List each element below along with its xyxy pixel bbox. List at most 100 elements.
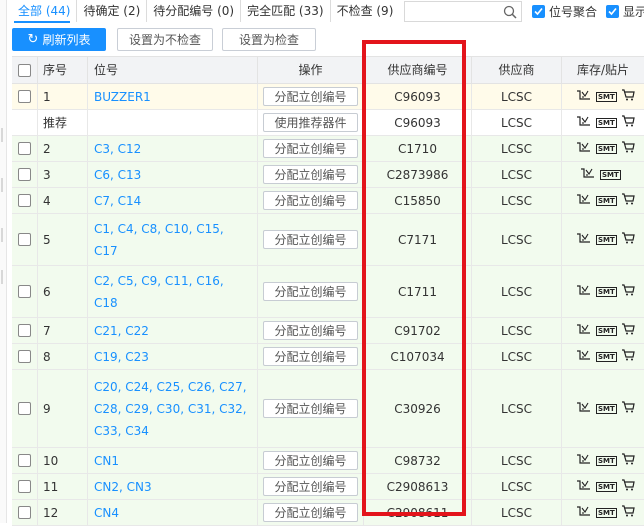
stock-icon[interactable] (576, 89, 592, 104)
display-option[interactable]: 显示 (606, 3, 644, 20)
assign-lcsc-number-button[interactable]: 分配立创编号 (263, 477, 358, 496)
row-checkbox[interactable] (18, 194, 31, 207)
row-checkbox[interactable] (18, 480, 31, 493)
smt-icon[interactable]: SMT (596, 325, 617, 336)
supplier-name: LCSC (472, 448, 562, 473)
assign-lcsc-number-button[interactable]: 分配立创编号 (263, 347, 358, 366)
merge-designator-option[interactable]: 位号聚合 (532, 3, 597, 20)
row-checkbox[interactable] (18, 454, 31, 467)
smt-icon[interactable]: SMT (596, 234, 617, 245)
cart-icon[interactable] (621, 115, 635, 130)
stock-icon[interactable] (576, 232, 592, 247)
stock-cell: SMT (562, 214, 644, 265)
assign-lcsc-number-button[interactable]: 分配立创编号 (263, 321, 358, 340)
designator-link[interactable]: C33, C34 (94, 420, 247, 442)
designator-link[interactable]: C1, C4, C8, C10, C15, (94, 218, 224, 240)
designator-link[interactable]: C28, C29, C30, C31, C32, (94, 398, 247, 420)
designator-link[interactable]: C19, C23 (94, 346, 149, 368)
smt-icon[interactable]: SMT (596, 91, 617, 102)
stock-icon[interactable] (576, 115, 592, 130)
assign-lcsc-number-button[interactable]: 分配立创编号 (263, 139, 358, 158)
cart-icon[interactable] (621, 505, 635, 520)
designator-link[interactable]: CN1 (94, 450, 119, 472)
designator-link[interactable]: C6, C13 (94, 164, 141, 186)
assign-lcsc-number-button[interactable]: 分配立创编号 (263, 282, 358, 301)
stock-icon[interactable] (580, 167, 596, 182)
designator-link[interactable]: C3, C12 (94, 138, 141, 160)
smt-icon[interactable]: SMT (596, 455, 617, 466)
smt-icon[interactable]: SMT (596, 286, 617, 297)
checkbox-checked-icon[interactable] (532, 5, 545, 18)
cart-icon[interactable] (621, 453, 635, 468)
cart-icon[interactable] (621, 284, 635, 299)
cart-icon[interactable] (621, 323, 635, 338)
cart-icon[interactable] (621, 349, 635, 364)
row-checkbox[interactable] (18, 142, 31, 155)
row-checkbox[interactable] (18, 90, 31, 103)
smt-icon[interactable]: SMT (596, 117, 617, 128)
row-checkbox[interactable] (18, 233, 31, 246)
stock-icon[interactable] (576, 479, 592, 494)
tab-pending[interactable]: 待确定 (2) (77, 0, 148, 22)
tab-unchecked[interactable]: 不检查 (9) (331, 0, 400, 22)
row-checkbox[interactable] (18, 285, 31, 298)
assign-lcsc-number-button[interactable]: 分配立创编号 (263, 230, 358, 249)
select-all-checkbox[interactable] (18, 63, 31, 77)
designator-link[interactable]: C17 (94, 240, 224, 262)
assign-lcsc-number-button[interactable]: 分配立创编号 (263, 451, 358, 470)
row-checkbox[interactable] (18, 506, 31, 519)
smt-icon[interactable]: SMT (596, 143, 617, 154)
set-checked-button[interactable]: 设置为检查 (222, 28, 316, 51)
display-label: 显示 (623, 5, 644, 19)
designator-cell: BUZZER1 (88, 84, 258, 109)
designator-link[interactable]: CN4 (94, 502, 119, 524)
stock-icon[interactable] (576, 505, 592, 520)
assign-lcsc-number-button[interactable]: 分配立创编号 (263, 399, 358, 418)
tab-unassigned[interactable]: 待分配编号 (0) (147, 0, 242, 22)
row-select-cell (12, 318, 38, 343)
use-recommended-button[interactable]: 使用推荐器件 (263, 113, 358, 132)
stock-icon[interactable] (576, 401, 592, 416)
row-checkbox[interactable] (18, 402, 31, 415)
search-icon[interactable] (503, 5, 517, 19)
stock-icon[interactable] (576, 141, 592, 156)
designator-link[interactable]: CN2, CN3 (94, 476, 152, 498)
cart-icon[interactable] (621, 141, 635, 156)
designator-link[interactable]: C7, C14 (94, 190, 141, 212)
designator-link[interactable]: C2, C5, C9, C11, C16, (94, 270, 224, 292)
smt-icon[interactable]: SMT (596, 481, 617, 492)
smt-icon[interactable]: SMT (596, 351, 617, 362)
designator-link[interactable]: C21, C22 (94, 320, 149, 342)
stock-icon[interactable] (576, 193, 592, 208)
row-checkbox[interactable] (18, 324, 31, 337)
cart-icon[interactable] (621, 232, 635, 247)
smt-icon[interactable]: SMT (600, 169, 621, 180)
assign-lcsc-number-button[interactable]: 分配立创编号 (263, 165, 358, 184)
smt-icon[interactable]: SMT (596, 507, 617, 518)
cart-icon[interactable] (621, 193, 635, 208)
row-checkbox[interactable] (18, 168, 31, 181)
stock-icon[interactable] (576, 284, 592, 299)
stock-icon[interactable] (576, 323, 592, 338)
tab-full-match[interactable]: 完全匹配 (33) (241, 0, 331, 22)
search-input[interactable] (404, 1, 522, 22)
set-unchecked-button[interactable]: 设置为不检查 (117, 28, 213, 51)
cart-icon[interactable] (621, 89, 635, 104)
table-row: 2 C3, C12 分配立创编号 C1710 LCSC SMT (12, 136, 644, 162)
assign-lcsc-number-button[interactable]: 分配立创编号 (263, 503, 358, 522)
assign-lcsc-number-button[interactable]: 分配立创编号 (263, 87, 358, 106)
stock-icon[interactable] (576, 453, 592, 468)
refresh-list-button[interactable]: ↻ 刷新列表 (12, 28, 106, 51)
designator-link[interactable]: BUZZER1 (94, 86, 151, 108)
tab-all[interactable]: 全部 (44) (12, 0, 78, 22)
smt-icon[interactable]: SMT (596, 195, 617, 206)
row-checkbox[interactable] (18, 350, 31, 363)
checkbox-checked-icon[interactable] (606, 5, 619, 18)
cart-icon[interactable] (621, 401, 635, 416)
designator-link[interactable]: C20, C24, C25, C26, C27, (94, 376, 247, 398)
stock-icon[interactable] (576, 349, 592, 364)
cart-icon[interactable] (621, 479, 635, 494)
smt-icon[interactable]: SMT (596, 403, 617, 414)
assign-lcsc-number-button[interactable]: 分配立创编号 (263, 191, 358, 210)
designator-link[interactable]: C18 (94, 292, 224, 314)
